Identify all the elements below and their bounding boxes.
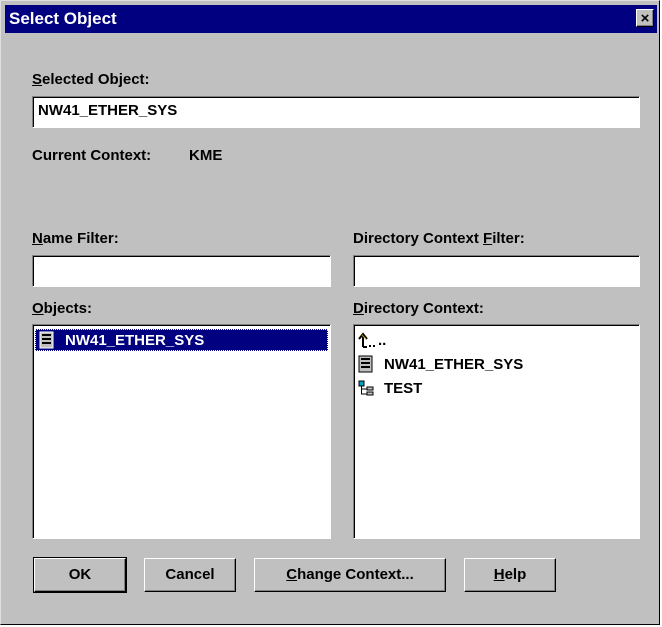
directory-context-listbox[interactable]: .. NW41_ETHER_SYS TEST bbox=[353, 324, 640, 539]
objects-list-item[interactable]: NW41_ETHER_SYS bbox=[35, 329, 328, 351]
close-button[interactable]: × bbox=[636, 9, 654, 27]
title-bar[interactable]: Select Object × bbox=[5, 5, 657, 33]
selected-object-value: NW41_ETHER_SYS bbox=[38, 102, 178, 119]
directory-context-item-label: .. bbox=[378, 331, 387, 349]
change-context-button[interactable]: Change Context... bbox=[254, 558, 446, 592]
ok-button[interactable]: OK bbox=[33, 557, 127, 593]
directory-context-label: Directory Context: bbox=[353, 300, 484, 317]
directory-context-item-label: TEST bbox=[384, 379, 423, 397]
objects-item-label: NW41_ETHER_SYS bbox=[65, 331, 205, 349]
directory-context-item-label: NW41_ETHER_SYS bbox=[384, 355, 524, 373]
window-title: Select Object bbox=[9, 9, 117, 28]
current-context-label: Current Context: bbox=[32, 147, 152, 164]
objects-listbox[interactable]: NW41_ETHER_SYS bbox=[32, 324, 331, 539]
objects-label: Objects: bbox=[32, 300, 93, 317]
directory-context-item-parent[interactable]: .. bbox=[358, 329, 386, 351]
directory-context-item-test[interactable]: TEST bbox=[358, 377, 422, 399]
organizational-unit-icon bbox=[358, 379, 374, 397]
cancel-button[interactable]: Cancel bbox=[144, 558, 236, 592]
directory-context-item-server[interactable]: NW41_ETHER_SYS bbox=[358, 353, 523, 375]
selected-object-label: Selected Object: bbox=[32, 71, 150, 88]
close-icon: × bbox=[640, 10, 650, 27]
directory-context-filter-input[interactable] bbox=[353, 255, 640, 287]
server-icon bbox=[358, 355, 374, 373]
name-filter-input[interactable] bbox=[32, 255, 331, 287]
parent-folder-icon bbox=[358, 331, 376, 349]
current-context-value: KME bbox=[189, 147, 223, 164]
help-button[interactable]: Help bbox=[464, 558, 556, 592]
selected-object-field[interactable]: NW41_ETHER_SYS bbox=[32, 96, 640, 128]
select-object-dialog: Select Object × Selected Object: NW41_ET… bbox=[0, 0, 660, 625]
server-icon bbox=[39, 331, 55, 349]
directory-context-filter-label: Directory Context Filter: bbox=[353, 230, 525, 247]
name-filter-label: Name Filter: bbox=[32, 230, 119, 247]
